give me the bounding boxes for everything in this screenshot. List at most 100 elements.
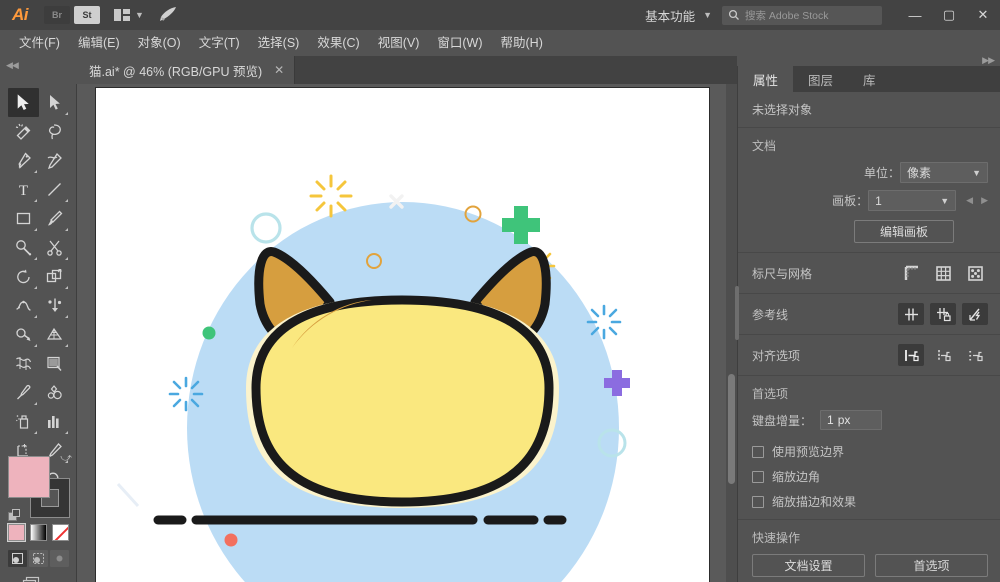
scale-tool[interactable] [39,262,70,291]
minimize-button[interactable]: — [898,0,932,30]
maximize-button[interactable]: ▢ [932,0,966,30]
artboard-select[interactable]: 1 ▼ [868,190,957,211]
menu-item-window[interactable]: 窗口(W) [428,30,491,56]
menu-item-type[interactable]: 文字(T) [190,30,249,56]
lasso-tool[interactable] [39,117,70,146]
align-to-artboard-icon[interactable] [962,344,988,366]
width-tool[interactable] [8,291,39,320]
scrollbar-thumb[interactable] [728,374,735,484]
draw-normal-button[interactable] [8,550,27,567]
show-guides-icon[interactable] [898,303,924,325]
column-graph-tool[interactable] [39,407,70,436]
draw-inside-button[interactable] [50,550,69,567]
artboard-prev-button[interactable]: ◀ [966,195,973,206]
close-icon[interactable]: ✕ [274,63,284,77]
checkbox-row-scale-strokes[interactable]: 缩放描边和效果 [752,493,988,510]
panel-scrollbar[interactable] [735,286,739,340]
free-transform-tool[interactable] [39,291,70,320]
smart-guides-icon[interactable] [962,303,988,325]
arrange-documents-icon [114,9,130,21]
artboard-next-button[interactable]: ▶ [981,195,988,206]
tab-properties[interactable]: 属性 [738,66,794,92]
edit-artboard-button[interactable]: 编辑画板 [854,220,954,243]
color-mode-color-button[interactable] [7,523,26,542]
magic-wand-tool[interactable] [8,117,39,146]
checkbox-row-scale-corners[interactable]: 缩放边角 [752,468,988,485]
fill-swatch[interactable] [8,456,50,498]
default-fill-stroke-icon[interactable] [8,509,21,522]
unit-select[interactable]: 像素 ▼ [900,162,988,183]
type-tool[interactable]: T [8,175,39,204]
swap-fill-stroke-icon[interactable]: ⤻ [60,452,72,465]
blend-tool[interactable] [39,378,70,407]
document-setup-button[interactable]: 文档设置 [752,554,865,577]
mesh-tool[interactable] [8,349,39,378]
gradient-tool[interactable] [39,349,70,378]
document-section: 文档 单位： 像素 ▼ 画板： 1 ▼ ◀ ▶ 编辑画板 [738,128,1000,253]
screen-mode-button[interactable] [22,576,42,582]
menu-item-file[interactable]: 文件(F) [10,30,69,56]
checkbox-label-scale-corners: 缩放边角 [772,470,821,484]
menu-item-select[interactable]: 选择(S) [249,30,309,56]
chevron-down-icon: ▼ [703,10,712,20]
selection-tool[interactable] [8,88,39,117]
checkbox-label-scale-strokes: 缩放描边和效果 [772,495,857,509]
ruler-icon[interactable] [898,262,924,284]
menu-item-effect[interactable]: 效果(C) [308,30,368,56]
shaper-tool[interactable] [8,233,39,262]
tab-layers[interactable]: 图层 [793,66,848,92]
arrange-documents-button[interactable]: ▼ [114,0,144,30]
menu-item-object[interactable]: 对象(O) [129,30,190,56]
stock-search-input[interactable]: 搜索 Adobe Stock [722,5,882,25]
pen-tool[interactable] [8,146,39,175]
stock-icon[interactable]: St [74,6,100,24]
scissors-tool[interactable] [39,233,70,262]
close-button[interactable]: ✕ [966,0,1000,30]
direct-selection-tool[interactable] [39,88,70,117]
color-mode-none-button[interactable] [52,524,69,541]
symbol-sprayer-tool[interactable] [8,407,39,436]
pixel-grid-icon[interactable] [962,262,988,284]
canvas-area[interactable] [77,84,737,582]
edit-artboard-row: 编辑画板 [752,220,988,243]
lock-guides-icon[interactable] [930,303,956,325]
menu-item-help[interactable]: 帮助(H) [492,30,552,56]
perspective-grid-tool[interactable] [39,320,70,349]
discover-rocket-icon[interactable] [158,6,178,25]
checkbox-scale-corners[interactable] [752,470,764,483]
checkbox-scale-strokes[interactable] [752,495,764,508]
menu-item-edit[interactable]: 编辑(E) [69,30,129,56]
checkbox-preview-bounds[interactable] [752,445,764,458]
preferences-button[interactable]: 首选项 [875,554,988,577]
align-to-selection-icon[interactable] [898,344,924,366]
grid-icon[interactable] [930,262,956,284]
unit-row: 单位： 像素 ▼ [752,162,988,183]
rulers-grid-icons [898,262,988,284]
rectangle-tool[interactable] [8,204,39,233]
eyedropper-tool[interactable] [8,378,39,407]
checkbox-row-preview-bounds[interactable]: 使用预览边界 [752,443,988,460]
panel-collapse-button[interactable]: ▶▶ [737,55,1000,66]
bridge-icon[interactable]: Br [44,6,70,24]
rotate-tool[interactable] [8,262,39,291]
keyboard-increment-input[interactable]: 1 px [820,410,883,430]
unit-label: 单位： [863,166,900,180]
tab-libraries[interactable]: 库 [848,66,891,92]
properties-panel: 属性 图层 库 未选择对象 文档 单位： 像素 ▼ 画板： 1 ▼ ◀ ▶ 编辑… [735,66,1000,582]
align-to-keyobject-icon[interactable] [930,344,956,366]
workspace-switcher[interactable]: 基本功能 ▼ [645,6,712,25]
paintbrush-tool[interactable] [39,204,70,233]
line-segment-tool[interactable] [39,175,70,204]
draw-behind-button[interactable] [29,550,48,567]
curvature-tool[interactable] [39,146,70,175]
menu-item-view[interactable]: 视图(V) [369,30,429,56]
cat-head-illustration [116,174,630,582]
search-icon [728,9,739,20]
shape-builder-tool[interactable] [8,320,39,349]
document-tab[interactable]: 猫.ai* @ 46% (RGB/GPU 预览) ✕ [77,56,296,84]
artboard[interactable] [96,88,709,582]
toolbar-collapse-button[interactable]: ◀◀ [0,56,77,84]
fill-stroke-control: ⤻ [8,452,72,521]
color-mode-gradient-button[interactable] [30,524,47,541]
tool-corner-indicator [34,257,37,260]
